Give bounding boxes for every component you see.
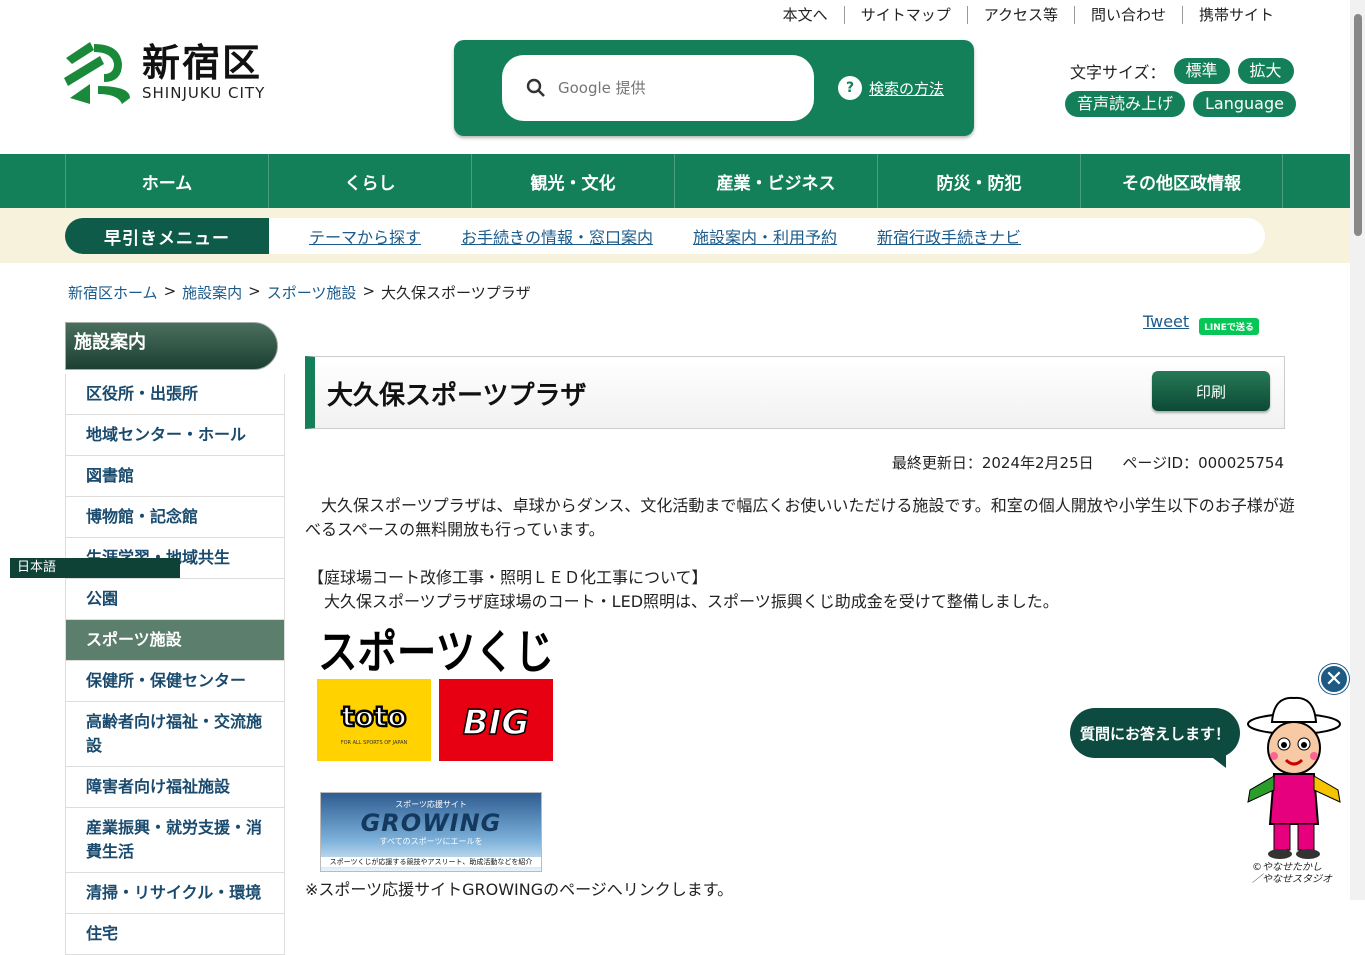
site-logo[interactable]: 新宿区 SHINJUKU CITY <box>60 38 265 106</box>
toto-label: toto <box>341 700 406 733</box>
search-help-link[interactable]: ? 検索の方法 <box>838 76 944 100</box>
page-meta: 最終更新日：2024年2月25日 ページID：000025754 <box>868 452 1284 473</box>
quick-menu-bar: 早引きメニュー テーマから探す お手続きの情報・窓口案内 施設案内・利用予約 新… <box>0 208 1350 263</box>
sidebar-item-libraries[interactable]: 図書館 <box>65 456 285 497</box>
sidebar-item-housing[interactable]: 住宅 <box>65 914 285 955</box>
sidebar-item-elderly[interactable]: 高齢者向け福祉・交流施設 <box>65 702 285 767</box>
language-button[interactable]: Language <box>1193 91 1296 117</box>
notice-body: 大久保スポーツプラザ庭球場のコート・LED照明は、スポーツ振興くじ助成金を受けて… <box>308 592 1059 611</box>
search-input[interactable] <box>558 79 778 97</box>
credit-line-2: ／やなせスタジオ <box>1252 874 1332 885</box>
breadcrumb-current: 大久保スポーツプラザ <box>381 284 531 302</box>
tool-buttons: 音声読み上げ Language <box>1065 91 1304 117</box>
scrollbar-thumb[interactable] <box>1354 14 1362 236</box>
breadcrumb: 新宿区ホーム > 施設案内 > スポーツ施設 > 大久保スポーツプラザ <box>68 282 531 303</box>
big-label: BIG <box>463 703 529 743</box>
util-link-access[interactable]: アクセス等 <box>966 6 1074 24</box>
voice-reader-button[interactable]: 音声読み上げ <box>1065 91 1186 117</box>
breadcrumb-separator: > <box>163 282 177 300</box>
share-buttons: Tweet LINEで送る <box>1143 308 1259 335</box>
search-help-label: 検索の方法 <box>869 79 945 98</box>
print-button[interactable]: 印刷 <box>1152 371 1270 411</box>
page-id: ページID：000025754 <box>1122 454 1284 472</box>
chatbot-bubble-tail <box>1200 748 1226 768</box>
growing-name: GROWING <box>360 809 502 837</box>
sidebar-item-museums[interactable]: 博物館・記念館 <box>65 497 285 538</box>
notice: 【庭球場コート改修工事・照明ＬＥＤ化工事について】 大久保スポーツプラザ庭球場の… <box>308 566 1298 614</box>
global-nav: ホーム くらし 観光・文化 産業・ビジネス 防災・防犯 その他区政情報 <box>0 154 1350 208</box>
mascot-credit: ©やなせたかし ／やなせスタジオ <box>1252 862 1332 886</box>
growing-sub: すべてのスポーツにエールを <box>379 837 483 846</box>
sidebar-item-health[interactable]: 保健所・保健センター <box>65 661 285 702</box>
quick-link-theme[interactable]: テーマから探す <box>309 224 421 248</box>
breadcrumb-separator: > <box>362 282 376 300</box>
logo-subtitle: SHINJUKU CITY <box>142 84 266 102</box>
page-title-box: 大久保スポーツプラザ 印刷 <box>305 356 1285 429</box>
sidebar: 施設案内 区役所・出張所 地域センター・ホール 図書館 博物館・記念館 生涯学習… <box>65 316 285 955</box>
sidebar-item-sports[interactable]: スポーツ施設 <box>65 620 285 661</box>
question-icon: ? <box>838 76 862 100</box>
last-updated: 最終更新日：2024年2月25日 <box>891 454 1094 472</box>
nav-other[interactable]: その他区政情報 <box>1080 154 1283 208</box>
util-link-contact[interactable]: 問い合わせ <box>1073 6 1182 24</box>
kuji-title: スポーツくじ <box>318 625 554 679</box>
nav-home[interactable]: ホーム <box>65 154 268 208</box>
search-box <box>502 55 814 121</box>
util-link-mobile[interactable]: 携帯サイト <box>1181 6 1290 24</box>
language-selector[interactable]: 日本語 <box>10 558 180 578</box>
quick-link-procedures[interactable]: お手続きの情報・窓口案内 <box>461 224 653 248</box>
sidebar-item-community-centers[interactable]: 地域センター・ホール <box>65 415 285 456</box>
credit-line-1: ©やなせたかし <box>1252 862 1322 873</box>
tweet-link[interactable]: Tweet <box>1143 312 1189 331</box>
sidebar-item-recycling[interactable]: 清掃・リサイクル・環境 <box>65 873 285 914</box>
breadcrumb-home[interactable]: 新宿区ホーム <box>68 282 158 303</box>
font-size-large-button[interactable]: 拡大 <box>1237 58 1294 84</box>
font-size-control: 文字サイズ： 標準 拡大 <box>1070 58 1294 84</box>
page-scrollbar[interactable] <box>1350 0 1365 900</box>
nav-business[interactable]: 産業・ビジネス <box>674 154 877 208</box>
util-link-sitemap[interactable]: サイトマップ <box>843 6 967 24</box>
intro-text: 大久保スポーツプラザは、卓球からダンス、文化活動まで幅広くお使いいただける施設で… <box>305 496 1295 539</box>
sidebar-item-parks[interactable]: 公園 <box>65 579 285 620</box>
chatbot-mascot-icon[interactable] <box>1244 694 1344 862</box>
sidebar-heading[interactable]: 施設案内 <box>65 322 278 370</box>
quick-link-facilities[interactable]: 施設案内・利用予約 <box>693 224 837 248</box>
toto-sub: FOR ALL SPORTS OF JAPAN <box>341 740 408 746</box>
notice-title: 【庭球場コート改修工事・照明ＬＥＤ化工事について】 <box>308 568 708 587</box>
sidebar-item-offices[interactable]: 区役所・出張所 <box>65 374 285 415</box>
quick-link-navi[interactable]: 新宿行政手続きナビ <box>877 224 1021 248</box>
sidebar-item-disability[interactable]: 障害者向け福祉施設 <box>65 767 285 808</box>
nav-safety[interactable]: 防災・防犯 <box>877 154 1080 208</box>
growing-note: ※スポーツ応援サイトGROWINGのページへリンクします。 <box>305 880 734 899</box>
logo-title: 新宿区 <box>142 41 263 85</box>
quick-menu-label: 早引きメニュー <box>65 218 269 254</box>
search-icon[interactable] <box>526 78 546 98</box>
nav-living[interactable]: くらし <box>268 154 471 208</box>
breadcrumb-separator: > <box>248 282 261 300</box>
font-size-label: 文字サイズ： <box>1070 63 1166 82</box>
search-panel: ? 検索の方法 <box>454 40 974 136</box>
page-title: 大久保スポーツプラザ <box>327 381 587 411</box>
quick-menu: 早引きメニュー テーマから探す お手続きの情報・窓口案内 施設案内・利用予約 新… <box>65 218 1265 254</box>
shinjuku-logo-icon <box>64 42 130 104</box>
sidebar-item-industry[interactable]: 産業振興・就労支援・消費生活 <box>65 808 285 873</box>
growing-bottom-text: スポーツくじが応援する競技やアスリート、助成活動などを紹介 <box>321 857 541 867</box>
chatbot-close-icon[interactable]: ✕ <box>1319 664 1349 694</box>
growing-banner[interactable]: スポーツ応援サイト GROWING すべてのスポーツにエールを スポーツくじが応… <box>320 792 542 872</box>
font-size-standard-button[interactable]: 標準 <box>1173 58 1230 84</box>
breadcrumb-facilities[interactable]: 施設案内 <box>182 282 242 303</box>
nav-tourism[interactable]: 観光・文化 <box>471 154 674 208</box>
util-link-skip[interactable]: 本文へ <box>767 6 844 24</box>
sports-kuji-logo[interactable]: スポーツくじ toto FOR ALL SPORTS OF JAPAN BIG <box>316 622 556 764</box>
breadcrumb-sports[interactable]: スポーツ施設 <box>267 282 357 303</box>
line-share-button[interactable]: LINEで送る <box>1199 318 1259 335</box>
utility-links: 本文へ サイトマップ アクセス等 問い合わせ 携帯サイト <box>767 6 1290 24</box>
